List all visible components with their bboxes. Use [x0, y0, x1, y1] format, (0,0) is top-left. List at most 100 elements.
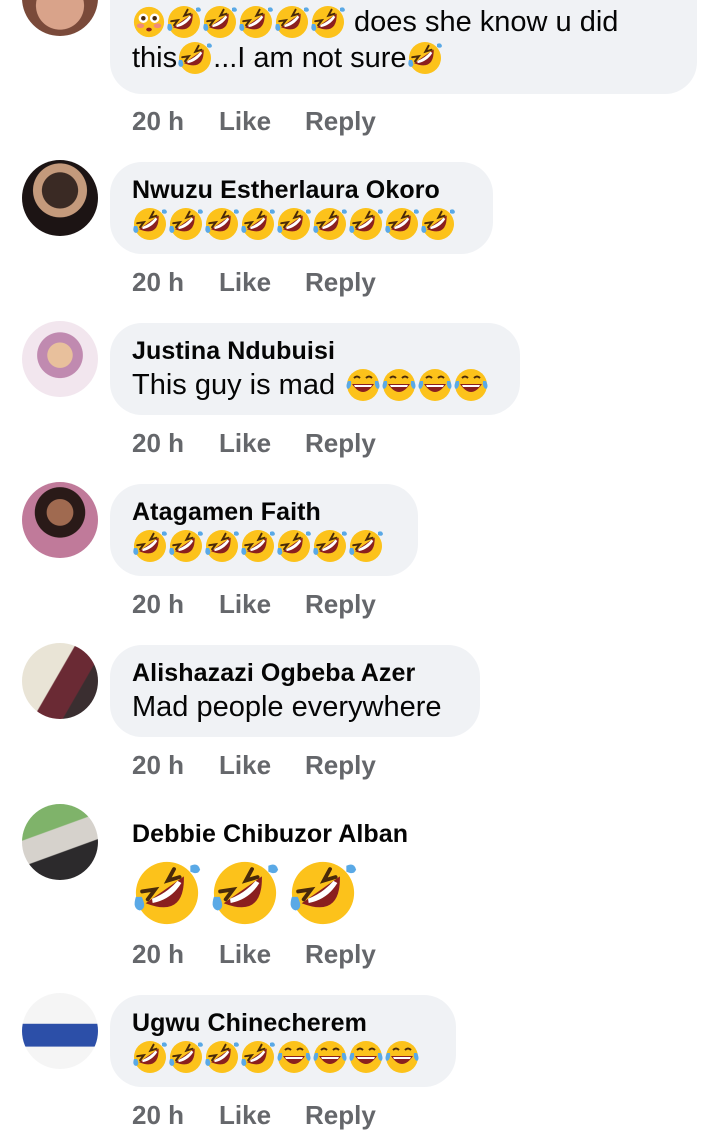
joy-emoji	[384, 1039, 420, 1075]
rofl-emoji	[166, 4, 202, 40]
rofl-emoji	[384, 206, 420, 242]
reply-button[interactable]: Reply	[305, 106, 376, 137]
emoji-group	[132, 528, 396, 564]
rofl-emoji	[168, 1039, 204, 1075]
reply-button[interactable]: Reply	[305, 750, 376, 781]
avatar[interactable]	[22, 993, 98, 1069]
emoji-group	[132, 206, 471, 242]
rofl-emoji	[168, 206, 204, 242]
like-button[interactable]: Like	[219, 750, 305, 781]
rofl-emoji-large	[288, 858, 358, 928]
rofl-emoji	[132, 1039, 168, 1075]
like-button[interactable]: Like	[219, 267, 305, 298]
flushed-face-emoji	[132, 5, 166, 39]
like-button[interactable]: Like	[219, 106, 305, 137]
rofl-emoji	[420, 206, 456, 242]
reply-button[interactable]: Reply	[305, 267, 376, 298]
comment-text-part: does she know u did	[354, 6, 619, 38]
rofl-emoji	[276, 206, 312, 242]
avatar[interactable]	[22, 482, 98, 558]
rofl-emoji	[276, 528, 312, 564]
rofl-emoji	[310, 4, 346, 40]
timestamp[interactable]: 20 h	[132, 267, 219, 298]
timestamp[interactable]: 20 h	[132, 428, 219, 459]
rofl-emoji	[240, 206, 276, 242]
rofl-emoji	[274, 4, 310, 40]
joy-emoji	[276, 1039, 312, 1075]
comment-author[interactable]: Justina Ndubuisi	[132, 335, 498, 367]
comment-bubble: Nwuzu Estherlaura Okoro	[110, 162, 493, 254]
rofl-emoji	[204, 528, 240, 564]
like-button[interactable]: Like	[219, 428, 305, 459]
comment-actions: 20 h Like Reply	[132, 939, 376, 970]
rofl-emoji	[238, 4, 274, 40]
comment-text: This guy is mad	[132, 367, 498, 403]
emoji-group	[132, 858, 398, 928]
rofl-emoji	[240, 1039, 276, 1075]
comment-actions: 20 h Like Reply	[132, 428, 376, 459]
timestamp[interactable]: 20 h	[132, 589, 219, 620]
joy-emoji	[348, 1039, 384, 1075]
emoji-group	[132, 1039, 434, 1075]
comment-text-part: This guy is mad	[132, 369, 336, 401]
comment-text: this ...I am not sure	[132, 40, 675, 76]
comment-text: does she know u did	[132, 4, 675, 40]
comment-actions: 20 h Like Reply	[132, 589, 376, 620]
comment-author[interactable]: Nwuzu Estherlaura Okoro	[132, 174, 471, 206]
comment-author[interactable]: Ugwu Chinecherem	[132, 1007, 434, 1039]
rofl-emoji-large	[210, 858, 280, 928]
rofl-emoji	[177, 40, 213, 76]
like-button[interactable]: Like	[219, 1100, 305, 1131]
reply-button[interactable]: Reply	[305, 1100, 376, 1131]
comment-text: Mad people everywhere	[132, 691, 442, 723]
avatar[interactable]	[22, 643, 98, 719]
rofl-emoji	[407, 40, 443, 76]
reply-button[interactable]: Reply	[305, 428, 376, 459]
emoji-group	[345, 367, 489, 403]
comment-text-part: ...I am not sure	[213, 42, 407, 74]
timestamp[interactable]: 20 h	[132, 750, 219, 781]
rofl-emoji	[204, 206, 240, 242]
like-button[interactable]: Like	[219, 589, 305, 620]
comment-bubble: Atagamen Faith	[110, 484, 418, 576]
reply-button[interactable]: Reply	[305, 939, 376, 970]
timestamp[interactable]: 20 h	[132, 106, 219, 137]
comment-bubble: Justina Ndubuisi This guy is mad	[110, 323, 520, 415]
joy-emoji	[312, 1039, 348, 1075]
comment-text-part: this	[132, 42, 178, 74]
comment-actions: 20 h Like Reply	[132, 1100, 376, 1131]
comment-bubble: does she know u did this ...I am not sur…	[110, 0, 697, 94]
comment-author[interactable]: Alishazazi Ogbeba Azer	[132, 657, 458, 689]
rofl-emoji	[312, 206, 348, 242]
rofl-emoji	[168, 528, 204, 564]
rofl-emoji	[202, 4, 238, 40]
comment-actions: 20 h Like Reply	[132, 750, 376, 781]
comment-actions: 20 h Like Reply	[132, 106, 376, 137]
comment-author[interactable]: Atagamen Faith	[132, 496, 396, 528]
comment-bubble: Debbie Chibuzor Alban	[110, 806, 420, 940]
reply-button[interactable]: Reply	[305, 589, 376, 620]
joy-emoji	[417, 367, 453, 403]
rofl-emoji	[348, 528, 384, 564]
rofl-emoji	[312, 528, 348, 564]
rofl-emoji	[348, 206, 384, 242]
avatar[interactable]	[22, 160, 98, 236]
rofl-emoji	[132, 528, 168, 564]
avatar[interactable]	[22, 804, 98, 880]
joy-emoji	[381, 367, 417, 403]
comment-bubble: Alishazazi Ogbeba Azer Mad people everyw…	[110, 645, 480, 737]
avatar[interactable]	[22, 0, 98, 36]
comment-bubble: Ugwu Chinecherem	[110, 995, 456, 1087]
joy-emoji	[453, 367, 489, 403]
rofl-emoji	[204, 1039, 240, 1075]
avatar[interactable]	[22, 321, 98, 397]
timestamp[interactable]: 20 h	[132, 1100, 219, 1131]
comment-actions: 20 h Like Reply	[132, 267, 376, 298]
rofl-emoji	[240, 528, 276, 564]
rofl-emoji-large	[132, 858, 202, 928]
comment-author[interactable]: Debbie Chibuzor Alban	[132, 818, 408, 850]
joy-emoji	[345, 367, 381, 403]
emoji-group	[132, 4, 346, 40]
like-button[interactable]: Like	[219, 939, 305, 970]
timestamp[interactable]: 20 h	[132, 939, 219, 970]
